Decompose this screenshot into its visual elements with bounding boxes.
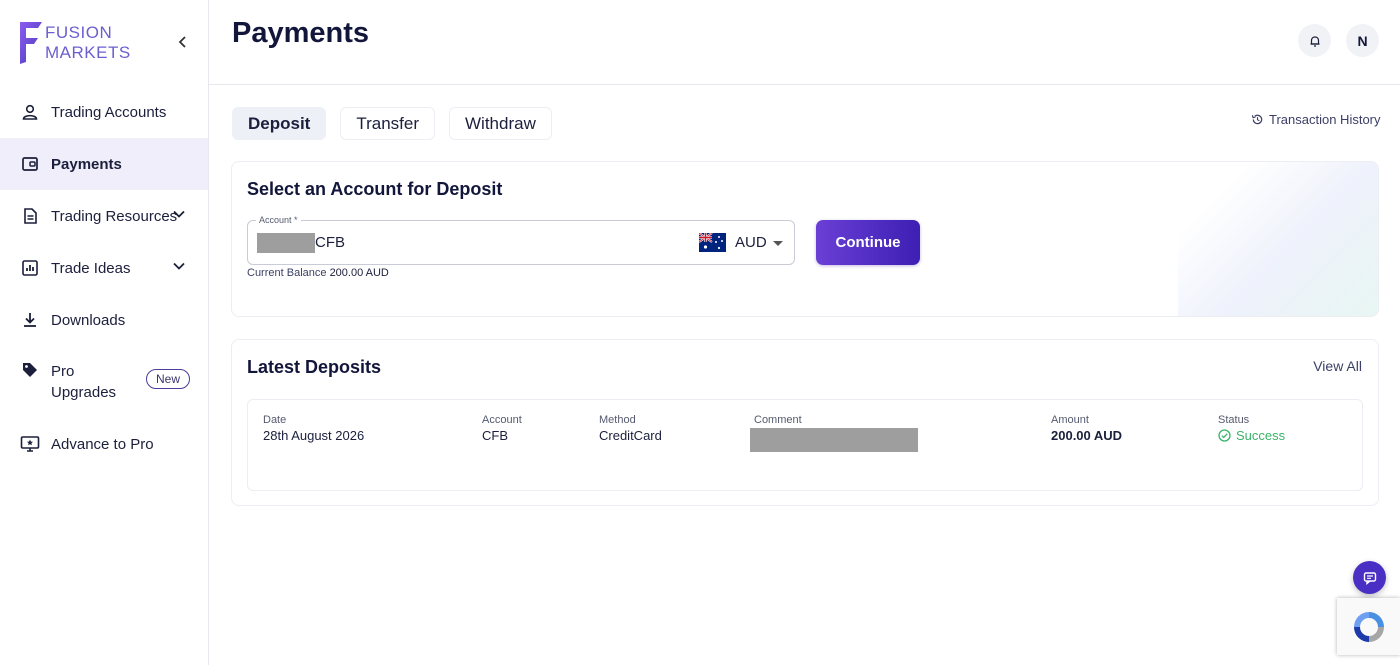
method-column: Method CreditCard	[599, 414, 662, 443]
chevron-left-icon	[178, 36, 186, 48]
transaction-history-link[interactable]: Transaction History	[1251, 112, 1381, 127]
sidebar-item-trading-resources[interactable]: Trading Resources	[0, 190, 208, 242]
logo-mark-icon	[20, 22, 42, 64]
table-row[interactable]: Date 28th August 2026 Account CFB Method…	[247, 399, 1363, 491]
deposit-title: Select an Account for Deposit	[247, 179, 503, 199]
payment-tabs: Deposit Transfer Withdraw	[232, 107, 552, 140]
account-field-label: Account *	[256, 215, 301, 225]
account-value: CFB	[315, 234, 345, 251]
brand-name: FUSION MARKETS	[45, 23, 131, 62]
account-column: Account CFB	[482, 414, 522, 443]
user-icon	[22, 104, 38, 120]
deposit-card: Select an Account for Deposit Account * …	[231, 161, 1379, 317]
sidebar-item-trading-accounts[interactable]: Trading Accounts	[0, 86, 208, 138]
monitor-star-icon	[20, 436, 40, 452]
collapse-sidebar-button[interactable]	[174, 33, 192, 51]
bell-icon	[1310, 35, 1319, 47]
sidebar-item-label: Trading Resources	[51, 207, 178, 225]
sidebar-item-advance-to-pro[interactable]: Advance to Pro	[0, 418, 208, 470]
chat-button[interactable]	[1353, 561, 1386, 594]
comment-column: Comment	[750, 414, 918, 452]
latest-deposits-title: Latest Deposits	[247, 357, 382, 377]
sidebar-item-pro-upgrades[interactable]: Pro Upgrades New	[0, 346, 208, 418]
recaptcha-badge[interactable]	[1337, 598, 1400, 655]
tab-deposit[interactable]: Deposit	[232, 107, 327, 140]
method-value: CreditCard	[599, 428, 662, 443]
transaction-history-label: Transaction History	[1269, 112, 1381, 127]
account-select[interactable]: Account * CFB AUD	[247, 215, 795, 265]
amount-value: 200.00 AUD	[1051, 428, 1123, 443]
sidebar-item-label: Advance to Pro	[51, 435, 154, 453]
date-column: Date 28th August 2026	[263, 414, 365, 443]
status-column: Status Success	[1218, 414, 1286, 443]
sidebar: FUSION MARKETS Trading Accounts Payments…	[0, 0, 209, 665]
logo[interactable]: FUSION MARKETS	[18, 20, 158, 66]
sidebar-item-payments[interactable]: Payments	[0, 138, 208, 190]
caret-down-icon	[773, 241, 783, 246]
latest-deposits-card: Latest Deposits View All Date 28th Augus…	[231, 339, 1379, 506]
download-icon	[24, 313, 36, 327]
date-value: 28th August 2026	[263, 428, 365, 443]
recaptcha-icon	[1353, 611, 1384, 642]
sidebar-nav: Trading Accounts Payments Trading Resour…	[0, 86, 208, 470]
chevron-down-icon	[173, 210, 185, 218]
tab-withdraw[interactable]: Withdraw	[449, 107, 552, 140]
sidebar-item-label: Downloads	[51, 311, 126, 329]
check-circle-icon	[1218, 429, 1231, 442]
notifications-button[interactable]	[1298, 24, 1331, 57]
balance-value: 200.00 AUD	[329, 267, 389, 279]
new-badge: New	[145, 369, 190, 389]
chart-icon	[22, 260, 38, 276]
tag-icon	[23, 363, 37, 377]
sidebar-item-label: Trade Ideas	[51, 259, 131, 277]
chevron-down-icon	[173, 262, 185, 270]
account-value: CFB	[482, 428, 508, 443]
chat-icon	[1363, 571, 1376, 585]
australia-flag-icon	[699, 233, 726, 252]
history-icon	[1251, 114, 1263, 125]
sidebar-item-downloads[interactable]: Downloads	[0, 294, 208, 346]
currency-label: AUD	[735, 234, 767, 251]
document-icon	[24, 208, 37, 224]
amount-column: Amount 200.00 AUD	[1051, 414, 1123, 443]
sidebar-item-label: Pro Upgrades	[51, 363, 117, 401]
sidebar-item-label: Payments	[51, 155, 122, 173]
redacted-comment	[750, 428, 918, 452]
sidebar-item-label: Trading Accounts	[51, 103, 167, 121]
avatar[interactable]: N	[1346, 24, 1379, 57]
view-all-link[interactable]: View All	[1313, 358, 1362, 374]
redacted-account-number	[257, 233, 315, 253]
page-title: Payments	[232, 17, 370, 49]
tab-transfer[interactable]: Transfer	[340, 107, 436, 140]
current-balance: Current Balance 200.00 AUD	[247, 267, 389, 279]
decorative-gradient	[1178, 162, 1378, 316]
wallet-icon	[22, 157, 38, 171]
sidebar-item-trade-ideas[interactable]: Trade Ideas	[0, 242, 208, 294]
continue-button[interactable]: Continue	[816, 220, 920, 265]
status-badge: Success	[1218, 428, 1285, 443]
page-header: Payments N	[209, 0, 1400, 85]
